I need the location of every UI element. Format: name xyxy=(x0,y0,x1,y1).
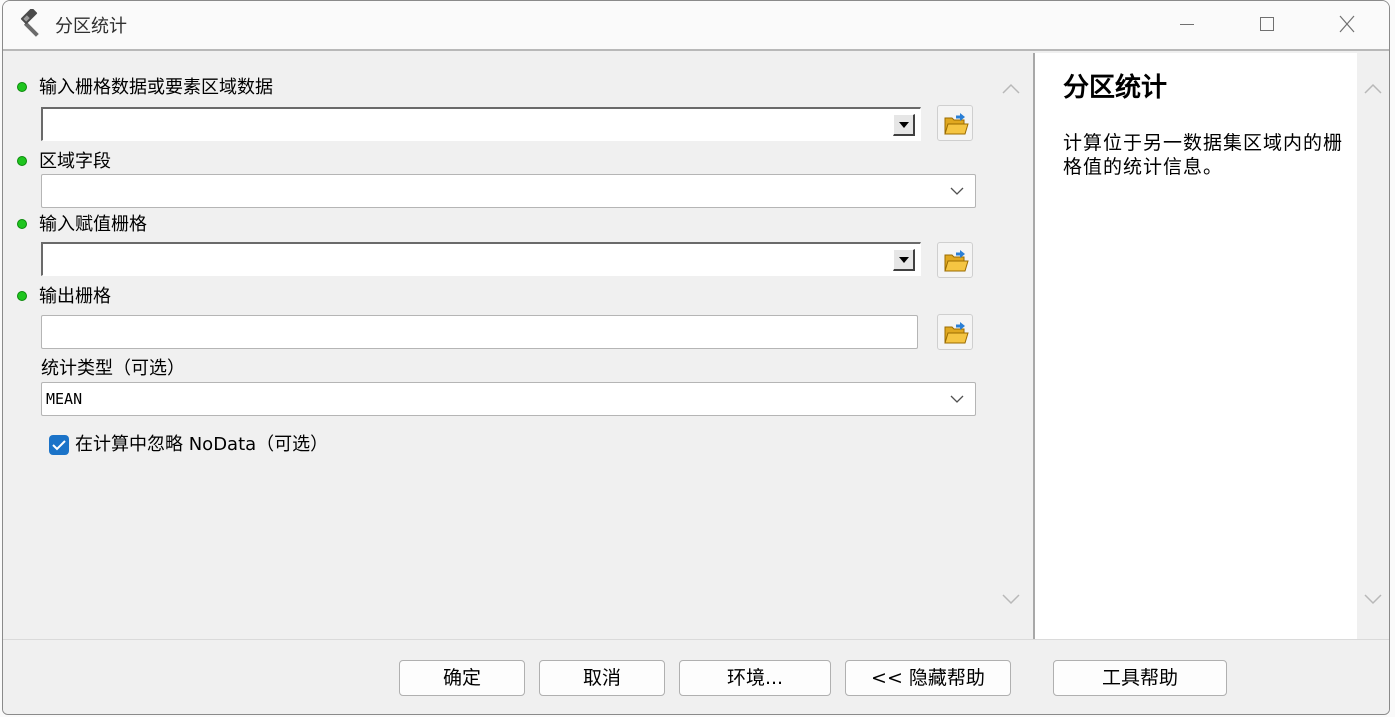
maximize-icon xyxy=(1260,17,1274,31)
in-value-raster-combobox[interactable] xyxy=(41,242,921,276)
chevron-down-icon xyxy=(950,395,964,403)
scroll-up-icon[interactable] xyxy=(995,77,1027,101)
open-folder-icon xyxy=(944,113,969,135)
minimize-button[interactable] xyxy=(1167,9,1207,39)
cancel-button[interactable]: 取消 xyxy=(539,660,665,696)
required-indicator xyxy=(17,291,27,301)
help-title: 分区统计 xyxy=(1063,73,1168,103)
in-zone-combobox[interactable] xyxy=(41,107,921,141)
title-separator xyxy=(3,49,1389,51)
out-raster-browse-button[interactable] xyxy=(937,314,973,350)
in-zone-browse-button[interactable] xyxy=(937,105,973,141)
in-value-raster-browse-button[interactable] xyxy=(937,242,973,278)
checkmark-icon xyxy=(52,440,66,451)
maximize-button[interactable] xyxy=(1247,9,1287,39)
hammer-icon xyxy=(17,7,47,39)
scroll-up-icon[interactable] xyxy=(1357,77,1389,101)
required-indicator xyxy=(17,156,27,166)
title-bar[interactable]: 分区统计 xyxy=(3,1,1389,49)
help-scrollbar[interactable] xyxy=(1357,53,1389,639)
out-raster-label: 输出栅格 xyxy=(39,286,111,307)
chevron-down-icon xyxy=(950,187,964,195)
in-value-raster-label: 输入赋值栅格 xyxy=(39,214,147,235)
in-zone-label: 输入栅格数据或要素区域数据 xyxy=(39,77,273,98)
tool-dialog: 分区统计 输入栅格数据或要素区域数据 区域字段 输入赋值栅格 输出栅格 统计类型… xyxy=(2,0,1390,715)
statistics-type-value: MEAN xyxy=(46,390,83,408)
zone-field-select[interactable] xyxy=(41,174,976,208)
hide-help-button[interactable]: << 隐藏帮助 xyxy=(845,660,1011,696)
parameters-panel: 输入栅格数据或要素区域数据 区域字段 输入赋值栅格 输出栅格 统计类型（可选） … xyxy=(7,53,995,639)
window-title: 分区统计 xyxy=(55,16,127,37)
dropdown-arrow-icon[interactable] xyxy=(893,249,915,271)
open-folder-icon xyxy=(944,250,969,272)
ignore-nodata-label: 在计算中忽略 NoData（可选） xyxy=(75,434,329,455)
open-folder-icon xyxy=(944,322,969,344)
statistics-type-label: 统计类型（可选） xyxy=(41,358,185,379)
scroll-down-icon[interactable] xyxy=(995,587,1027,611)
required-indicator xyxy=(17,219,27,229)
minimize-icon xyxy=(1180,24,1194,25)
close-button[interactable] xyxy=(1327,9,1367,39)
dropdown-arrow-icon[interactable] xyxy=(893,114,915,136)
help-description: 计算位于另一数据集区域内的栅格值的统计信息。 xyxy=(1063,132,1344,178)
ok-button[interactable]: 确定 xyxy=(399,660,525,696)
close-icon xyxy=(1339,15,1355,33)
button-bar: 确定 取消 环境... << 隐藏帮助 工具帮助 xyxy=(3,639,1389,714)
statistics-type-select[interactable]: MEAN xyxy=(41,382,976,416)
zone-field-label: 区域字段 xyxy=(39,151,111,172)
ignore-nodata-checkbox[interactable] xyxy=(49,435,69,455)
scroll-down-icon[interactable] xyxy=(1357,587,1389,611)
required-indicator xyxy=(17,82,27,92)
help-panel: 分区统计 计算位于另一数据集区域内的栅格值的统计信息。 xyxy=(1033,53,1357,639)
environments-button[interactable]: 环境... xyxy=(679,660,831,696)
out-raster-input[interactable] xyxy=(41,315,918,349)
parameters-scrollbar[interactable] xyxy=(995,53,1027,639)
tool-help-button[interactable]: 工具帮助 xyxy=(1053,660,1227,696)
